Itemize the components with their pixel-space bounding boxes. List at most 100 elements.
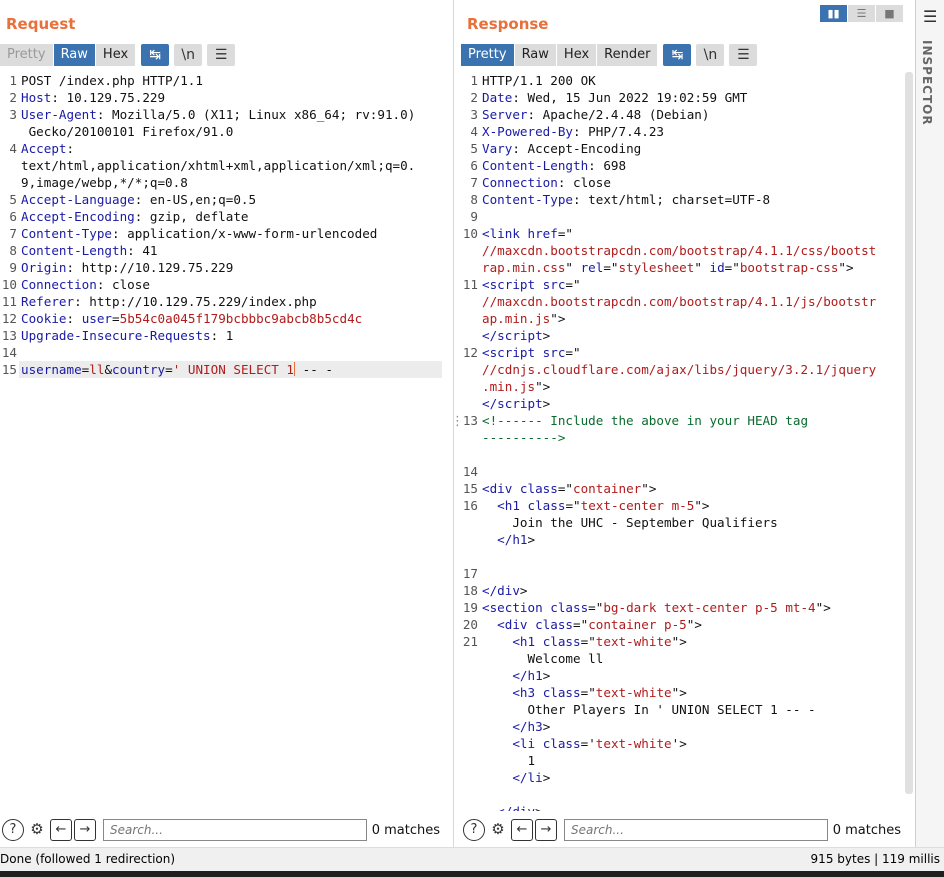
tab-raw[interactable]: Raw (53, 44, 96, 66)
code-token: =" (557, 226, 574, 241)
code-token: : (66, 311, 75, 326)
code-token: <!------ Include the above in your HEAD … (482, 413, 809, 428)
inspector-sidebar[interactable]: ☰ INSPECTOR (915, 0, 944, 847)
code-token: text-white (595, 736, 672, 751)
code-line: Upgrade-Insecure-Requests: 1 (21, 327, 233, 344)
code-token: </h3 (512, 719, 543, 734)
request-pane: Request Pretty Raw Hex ↹ \n ☰ 1 POST /ind… (0, 0, 452, 847)
inspector-menu-icon[interactable]: ☰ (923, 7, 937, 26)
side-by-side-layout-icon[interactable]: ▮▮ (820, 5, 847, 22)
next-arrow-icon[interactable]: → (535, 819, 557, 841)
code-token: href (527, 226, 558, 241)
line-number: 7 (9, 226, 17, 241)
code-token: =" (565, 277, 581, 292)
line-number: 20 (462, 617, 478, 632)
line-number: 12 (1, 311, 17, 326)
inspector-label[interactable]: INSPECTOR (920, 40, 934, 126)
status-text: Done (followed 1 redirection) (0, 852, 176, 866)
code-token: rap.min.css (482, 260, 566, 275)
wrap-lines-button[interactable]: ↹ (663, 44, 692, 66)
tab-hex[interactable]: Hex (95, 44, 137, 66)
prev-arrow-icon[interactable]: ← (50, 819, 72, 841)
show-newlines-button[interactable]: \n (174, 44, 203, 66)
code-token: Connection (482, 175, 558, 190)
line-number: 4 (9, 141, 17, 156)
code-line: </li> (482, 769, 550, 786)
show-newlines-button[interactable]: \n (696, 44, 725, 66)
header-value: gzip, deflate (142, 209, 249, 224)
code-token: : (127, 243, 135, 258)
code-token: : 698 (588, 158, 627, 173)
code-line: </script> (482, 327, 550, 344)
response-pane: Response Pretty Raw Hex Render ↹ \n ☰ 1H… (461, 0, 913, 847)
request-search-input[interactable] (103, 819, 367, 841)
code-token: </h1 (512, 668, 543, 683)
request-options-button[interactable]: ☰ (207, 44, 236, 66)
code-token: : PHP/7.4.23 (573, 124, 664, 139)
response-title: Response (467, 15, 549, 33)
response-options-button[interactable]: ☰ (729, 44, 758, 66)
code-token: Date (482, 90, 513, 105)
code-token: : (66, 141, 75, 156)
request-footer: ? ⚙ ← → 0 matches (0, 813, 452, 847)
line-number: 21 (462, 634, 478, 649)
line-number: 11 (462, 277, 478, 292)
tab-pretty[interactable]: Pretty (461, 44, 515, 66)
request-editor[interactable]: 1 POST /index.php HTTP/1.1 2 Host: 10.129.7… (0, 71, 452, 811)
tab-hex[interactable]: Hex (556, 44, 598, 66)
help-icon[interactable]: ? (463, 819, 485, 841)
code-token: "> (686, 617, 702, 632)
code-line: Accept: (21, 140, 74, 157)
header-value: application/x-www-form-urlencoded (119, 226, 378, 241)
response-search-input[interactable] (564, 819, 828, 841)
settings-gear-icon[interactable]: ⚙ (26, 819, 48, 841)
code-token: & (104, 362, 113, 377)
code-token: : (66, 260, 75, 275)
line-number: 2 (9, 90, 17, 105)
line-number: 4 (470, 124, 478, 139)
line-number: 13 (462, 413, 478, 428)
help-icon[interactable]: ? (2, 819, 24, 841)
code-token: text/html,application/xhtml+xml,applicat… (21, 158, 416, 173)
code-line: <script src=" (482, 276, 581, 293)
wrap-lines-button[interactable]: ↹ (141, 44, 170, 66)
code-token: =' (580, 736, 596, 751)
tab-pretty[interactable]: Pretty (0, 44, 54, 66)
code-token: text-white (595, 634, 672, 649)
response-match-count: 0 matches (832, 822, 901, 838)
code-line: POST /index.php HTTP/1.1 (21, 72, 203, 89)
code-token: <h1 (512, 634, 543, 649)
code-line: <section class="bg-dark text-center p-5 … (482, 599, 831, 616)
code-line: 1 (482, 752, 535, 769)
menu-icon: ☰ (737, 47, 750, 63)
header-value: http://10.129.75.229/index.php (81, 294, 317, 309)
response-stats: 915 bytes | 119 millis (810, 852, 940, 866)
code-line: Referer: http://10.129.75.229/index.php (21, 293, 317, 310)
code-line: Connection: close (482, 174, 611, 191)
response-scrollbar[interactable] (905, 72, 913, 794)
code-line: Content-Length: 41 (21, 242, 158, 259)
status-bar: Done (followed 1 redirection) 915 bytes … (0, 847, 944, 871)
tabbed-layout-icon[interactable]: ■ (876, 5, 903, 22)
response-editor[interactable]: 1 HTTP/1.1 200 OK 2 Date: Wed, 15 Jun 2022 … (461, 71, 913, 811)
response-toolbar: Pretty Raw Hex Render ↹ \n ☰ (461, 44, 758, 66)
header-name: Content-Type (21, 226, 112, 241)
stacked-layout-icon[interactable]: ☰ (848, 5, 875, 22)
code-line: X-Powered-By: PHP/7.4.23 (482, 123, 664, 140)
next-arrow-icon[interactable]: → (74, 819, 96, 841)
line-number: 8 (470, 192, 478, 207)
header-value: en-US,en;q=0.5 (142, 192, 257, 207)
prev-arrow-icon[interactable]: ← (511, 819, 533, 841)
header-name: Host (21, 90, 52, 105)
code-token: Gecko/20100101 Firefox/91.0 (21, 124, 234, 139)
code-token: 9,image/webp,*/*;q=0.8 (21, 175, 188, 190)
code-token: POST /index.php HTTP/1.1 (21, 73, 203, 88)
settings-gear-icon[interactable]: ⚙ (487, 819, 509, 841)
tab-raw[interactable]: Raw (514, 44, 557, 66)
code-line: </script> (482, 395, 550, 412)
tab-render[interactable]: Render (597, 44, 659, 66)
